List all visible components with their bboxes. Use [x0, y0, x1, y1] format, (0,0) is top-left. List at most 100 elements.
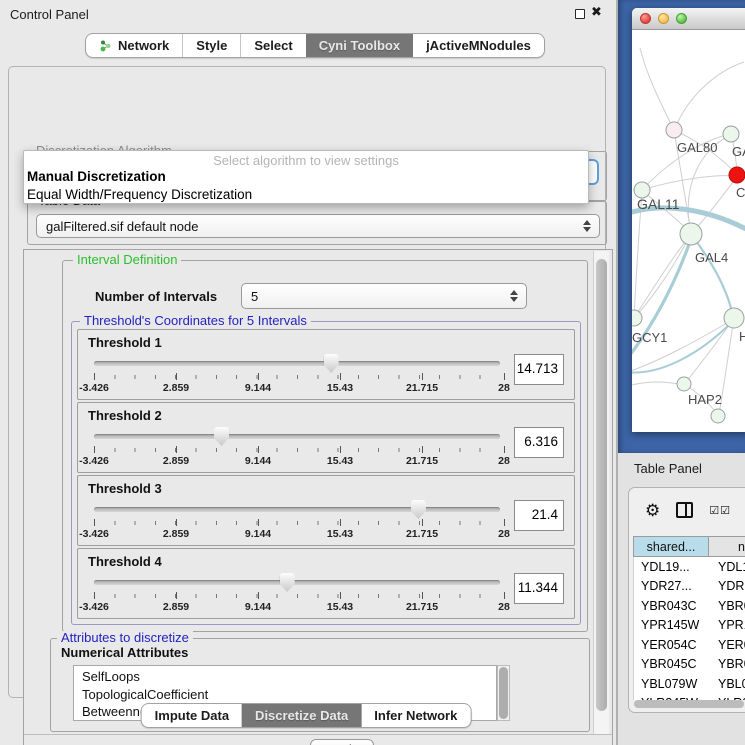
network-edge[interactable] [642, 176, 736, 190]
table-cell: YBL0 [710, 677, 745, 691]
tab-select[interactable]: Select [240, 34, 305, 57]
attributes-group-label: Attributes to discretize [57, 631, 193, 645]
slider-major-tick [176, 519, 177, 526]
thresholds-group-label: Threshold's Coordinates for 5 Intervals [80, 314, 311, 328]
threshold-slider[interactable]: -3.4262.8599.14415.4321.71528 [92, 427, 502, 471]
network-window-titlebar[interactable] [632, 8, 745, 30]
tab-network[interactable]: Network [86, 34, 182, 57]
columns-icon[interactable] [676, 502, 693, 518]
tab-label: Cyni Toolbox [319, 38, 400, 53]
table-cell: YBR0 [710, 599, 745, 613]
table-horizontal-scrollbar[interactable] [634, 700, 744, 708]
tab-jactivemnodules[interactable]: jActiveMNodules [413, 34, 544, 57]
algorithm-hint: Select algorithm to view settings [24, 151, 588, 168]
threshold-value-field[interactable]: 14.713 [514, 354, 564, 385]
slider-scale-label: 15.43 [327, 382, 353, 394]
table-data-combobox[interactable]: galFiltered.sif default node [36, 214, 600, 238]
attribute-item[interactable]: TopologicalCoefficient [82, 686, 496, 704]
slider-scale-label: 21.715 [406, 455, 438, 467]
slider-major-tick [340, 519, 341, 526]
algorithm-option[interactable]: Equal Width/Frequency Discretization [24, 186, 588, 204]
slider-scale-label: 28 [498, 455, 510, 467]
threshold-slider[interactable]: -3.4262.8599.14415.4321.71528 [92, 354, 502, 398]
network-node[interactable] [680, 223, 702, 245]
tab-discretize-data[interactable]: Discretize Data [242, 704, 361, 727]
network-node[interactable] [724, 308, 744, 328]
tab-style[interactable]: Style [182, 34, 240, 57]
number-of-intervals-combobox[interactable]: 5 [241, 283, 527, 309]
slider-major-tick [258, 519, 259, 526]
network-edge[interactable] [640, 48, 674, 130]
apply-button[interactable]: Apply [310, 739, 374, 745]
table-row[interactable]: YER054CYER0 [634, 635, 745, 655]
tab-cyni-toolbox[interactable]: Cyni Toolbox [306, 34, 413, 57]
table-row[interactable]: YBR045CYBR0 [634, 655, 745, 675]
threshold-label: Threshold 1 [88, 335, 162, 350]
table-toolbar: ⚙ ☑☑ [629, 488, 745, 532]
slider-thumb[interactable] [411, 500, 426, 519]
threshold-slider[interactable]: -3.4262.8599.14415.4321.71528 [92, 500, 502, 544]
table-row[interactable]: YBL079WYBL0 [634, 674, 745, 694]
network-node[interactable] [632, 310, 642, 326]
slider-track[interactable] [94, 434, 500, 439]
threshold-value-field[interactable]: 11.344 [514, 573, 564, 604]
table-row[interactable]: YBR043CYBR0 [634, 596, 745, 616]
slider-thumb[interactable] [324, 354, 339, 373]
slider-major-tick [258, 373, 259, 380]
threshold-box: Threshold 2-3.4262.8599.14415.4321.71528… [77, 402, 575, 473]
zoom-traffic-light-icon[interactable] [676, 13, 687, 24]
table-row[interactable]: YDL19...YDL1 [634, 557, 745, 577]
network-edge[interactable] [632, 382, 683, 386]
network-edge[interactable] [674, 62, 744, 130]
network-node[interactable] [666, 122, 682, 138]
close-icon[interactable]: ✖ [591, 4, 602, 20]
settings-scrollbar[interactable] [593, 251, 609, 735]
slider-thumb[interactable] [280, 573, 295, 592]
slider-major-tick [176, 446, 177, 453]
slider-track[interactable] [94, 361, 500, 366]
table-cell: YDR2 [710, 579, 745, 593]
minimize-traffic-light-icon[interactable] [658, 13, 669, 24]
table-cell: YPR1 [710, 618, 745, 632]
table-data-value: galFiltered.sif default node [46, 219, 198, 234]
checkbox-icons[interactable]: ☑☑ [709, 504, 731, 517]
close-traffic-light-icon[interactable] [640, 13, 651, 24]
slider-track[interactable] [94, 507, 500, 512]
gear-icon[interactable]: ⚙ [645, 502, 660, 519]
table-column-header[interactable]: n [709, 536, 745, 557]
slider-scale-label: -3.426 [79, 382, 109, 394]
network-node[interactable] [677, 377, 691, 391]
network-graph[interactable]: GAL80GACGAL11GAL4GCY1HHAP2 [632, 30, 745, 431]
tab-infer-network[interactable]: Infer Network [361, 704, 470, 727]
threshold-box: Threshold 4-3.4262.8599.14415.4321.71528… [77, 548, 575, 619]
attributes-scrollbar[interactable] [497, 665, 510, 721]
tab-impute-data[interactable]: Impute Data [142, 704, 242, 727]
threshold-value-field[interactable]: 21.4 [514, 500, 564, 531]
algorithm-option[interactable]: Manual Discretization [24, 168, 588, 186]
network-node[interactable] [723, 126, 739, 142]
table-row[interactable]: YDR27...YDR2 [634, 577, 745, 597]
threshold-slider[interactable]: -3.4262.8599.14415.4321.71528 [92, 573, 502, 617]
table-column-header[interactable]: shared... [633, 536, 709, 557]
network-node[interactable] [711, 409, 725, 423]
float-window-icon[interactable] [575, 9, 585, 19]
interval-definition-label: Interval Definition [73, 253, 181, 267]
table-row[interactable]: YPR145WYPR1 [634, 616, 745, 636]
slider-track[interactable] [94, 580, 500, 585]
network-view-window[interactable]: GAL80GACGAL11GAL4GCY1HHAP2 [632, 8, 745, 432]
node-label: GAL4 [695, 250, 728, 265]
table-cell: YPR145W [634, 618, 710, 632]
tab-label: Style [196, 38, 227, 53]
network-canvas[interactable]: GAL80GACGAL11GAL4GCY1HHAP2 [632, 30, 745, 431]
slider-scale-label: 9.144 [245, 382, 271, 394]
network-node[interactable] [729, 167, 745, 183]
numerical-attributes-label: Numerical Attributes [61, 645, 188, 660]
tab-label: jActiveMNodules [426, 38, 531, 53]
algorithm-dropdown-popup: Select algorithm to view settings Manual… [23, 150, 589, 204]
slider-major-tick [94, 373, 95, 380]
threshold-value-field[interactable]: 6.316 [514, 427, 564, 458]
slider-thumb[interactable] [214, 427, 229, 446]
attribute-item[interactable]: SelfLoops [82, 668, 496, 686]
table-rows[interactable]: YDL19...YDL1YDR27...YDR2YBR043CYBR0YPR14… [633, 557, 745, 700]
network-edge-thick[interactable] [693, 237, 733, 316]
